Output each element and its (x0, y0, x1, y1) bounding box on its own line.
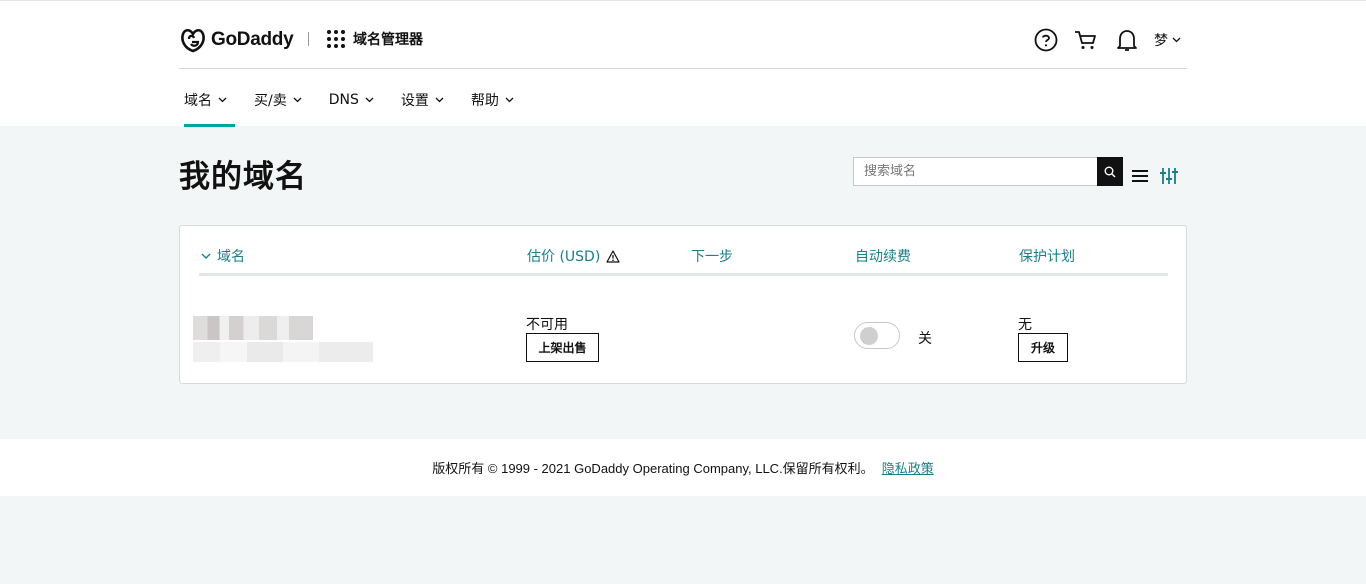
nav-label: 域名 (184, 93, 212, 109)
search-input[interactable] (853, 157, 1098, 186)
header-label: 自动续费 (855, 249, 911, 265)
sort-domain-header[interactable]: 域名 (201, 246, 245, 266)
top-bar: GoDaddy 域名管理器 梦 (179, 11, 1187, 69)
nav-domains[interactable]: 域名 (184, 73, 235, 127)
site-header: GoDaddy 域名管理器 梦 域名 买/卖 DNS 设置 帮助 (0, 0, 1366, 127)
header-label: 下一步 (691, 249, 733, 265)
godaddy-logo-icon (181, 28, 205, 53)
chevron-down-icon (435, 97, 444, 103)
nav-label: 设置 (400, 93, 429, 109)
search-button[interactable] (1097, 157, 1123, 186)
chevron-down-icon (365, 97, 374, 103)
chevron-down-icon (1172, 37, 1181, 43)
chevron-down-icon (505, 97, 514, 103)
header-label: 估价 (USD) (527, 249, 601, 265)
apps-grid-icon[interactable] (327, 30, 345, 48)
list-view-icon[interactable] (1131, 168, 1149, 184)
toggle-knob (860, 327, 878, 345)
user-menu[interactable]: 梦 (1154, 30, 1181, 50)
nav-help[interactable]: 帮助 (471, 73, 514, 127)
page-title: 我的域名 (179, 159, 307, 195)
main-nav: 域名 买/卖 DNS 设置 帮助 (184, 73, 541, 127)
brand-name: GoDaddy (211, 29, 294, 50)
autorenew-status: 关 (918, 331, 932, 347)
filter-icon[interactable] (1159, 167, 1179, 185)
user-name: 梦 (1154, 33, 1168, 49)
value-header[interactable]: 估价 (USD) (527, 246, 620, 266)
copyright-text: 版权所有 © 1999 - 2021 GoDaddy Operating Com… (432, 461, 874, 476)
protection-text: 无 (1018, 317, 1032, 333)
chevron-down-icon (218, 97, 227, 103)
upgrade-button[interactable]: 升级 (1018, 333, 1068, 362)
domain-table: 域名 估价 (USD) 下一步 自动续费 保护计划 不可用 上架出售 关 无 升… (179, 225, 1187, 384)
nav-settings[interactable]: 设置 (401, 73, 444, 127)
value-text: 不可用 (526, 317, 568, 333)
nav-label: 帮助 (470, 93, 499, 109)
autorenew-toggle[interactable] (854, 322, 900, 349)
next-step-header: 下一步 (691, 246, 733, 266)
nav-label: 买/卖 (254, 93, 287, 109)
godaddy-logo[interactable]: GoDaddy (179, 26, 294, 54)
list-for-sale-button[interactable]: 上架出售 (526, 333, 599, 362)
privacy-policy-link[interactable]: 隐私政策 (882, 458, 934, 477)
warning-icon[interactable] (606, 249, 620, 263)
blurred-domain-name[interactable] (193, 316, 313, 340)
header-label: 保护计划 (1019, 249, 1075, 265)
product-name[interactable]: 域名管理器 (353, 29, 423, 49)
divider (308, 32, 309, 46)
table-header: 域名 估价 (USD) 下一步 自动续费 保护计划 (199, 238, 1168, 276)
nav-label: DNS (328, 92, 359, 108)
blurred-domain-details (193, 342, 373, 362)
autorenew-header: 自动续费 (855, 246, 911, 266)
help-icon[interactable] (1033, 27, 1059, 53)
header-label: 域名 (217, 249, 245, 265)
nav-buy-sell[interactable]: 买/卖 (254, 73, 302, 127)
footer: 版权所有 © 1999 - 2021 GoDaddy Operating Com… (0, 439, 1366, 496)
search-icon (1104, 166, 1116, 178)
protection-header: 保护计划 (1019, 246, 1075, 266)
chevron-down-icon (201, 253, 211, 259)
chevron-down-icon (293, 97, 302, 103)
cart-icon[interactable] (1073, 27, 1099, 53)
bell-icon[interactable] (1114, 27, 1140, 53)
nav-dns[interactable]: DNS (329, 73, 374, 127)
